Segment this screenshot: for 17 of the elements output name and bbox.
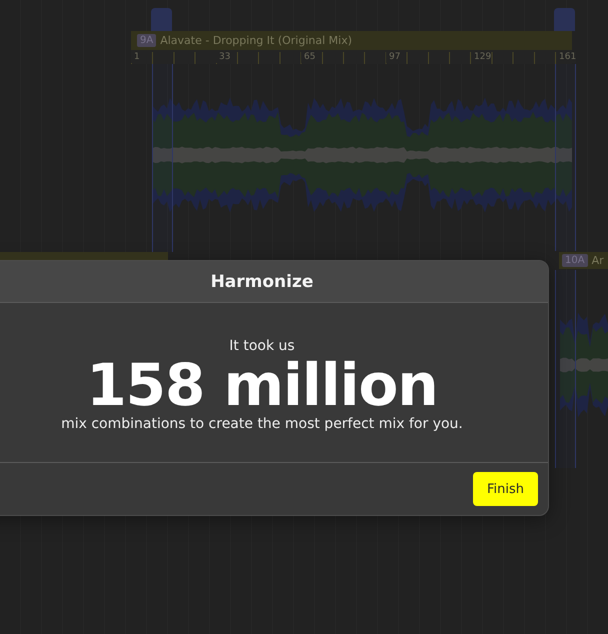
- loop-marker[interactable]: [555, 270, 576, 468]
- bar-number: 33: [216, 52, 230, 63]
- lead-text: It took us: [229, 338, 295, 354]
- loop-marker[interactable]: [555, 64, 576, 251]
- finish-button[interactable]: Finish: [472, 472, 538, 506]
- marker-handle[interactable]: [151, 8, 172, 31]
- track-clip[interactable]: [0, 252, 168, 260]
- bar-number: 65: [301, 52, 316, 63]
- marker-handle[interactable]: [554, 8, 575, 31]
- headline-figure: 158 million: [86, 354, 438, 416]
- caption-text: mix combinations to create the most perfect mix for you.: [61, 416, 463, 432]
- bar-number: 97: [386, 52, 400, 63]
- dialog-title: Harmonize: [210, 272, 314, 292]
- loop-marker[interactable]: [152, 64, 173, 252]
- clip-title: Alavate - Dropping It (Original Mix): [160, 34, 352, 47]
- bar-number: 1: [131, 52, 140, 63]
- clip-title: Ar: [592, 254, 604, 267]
